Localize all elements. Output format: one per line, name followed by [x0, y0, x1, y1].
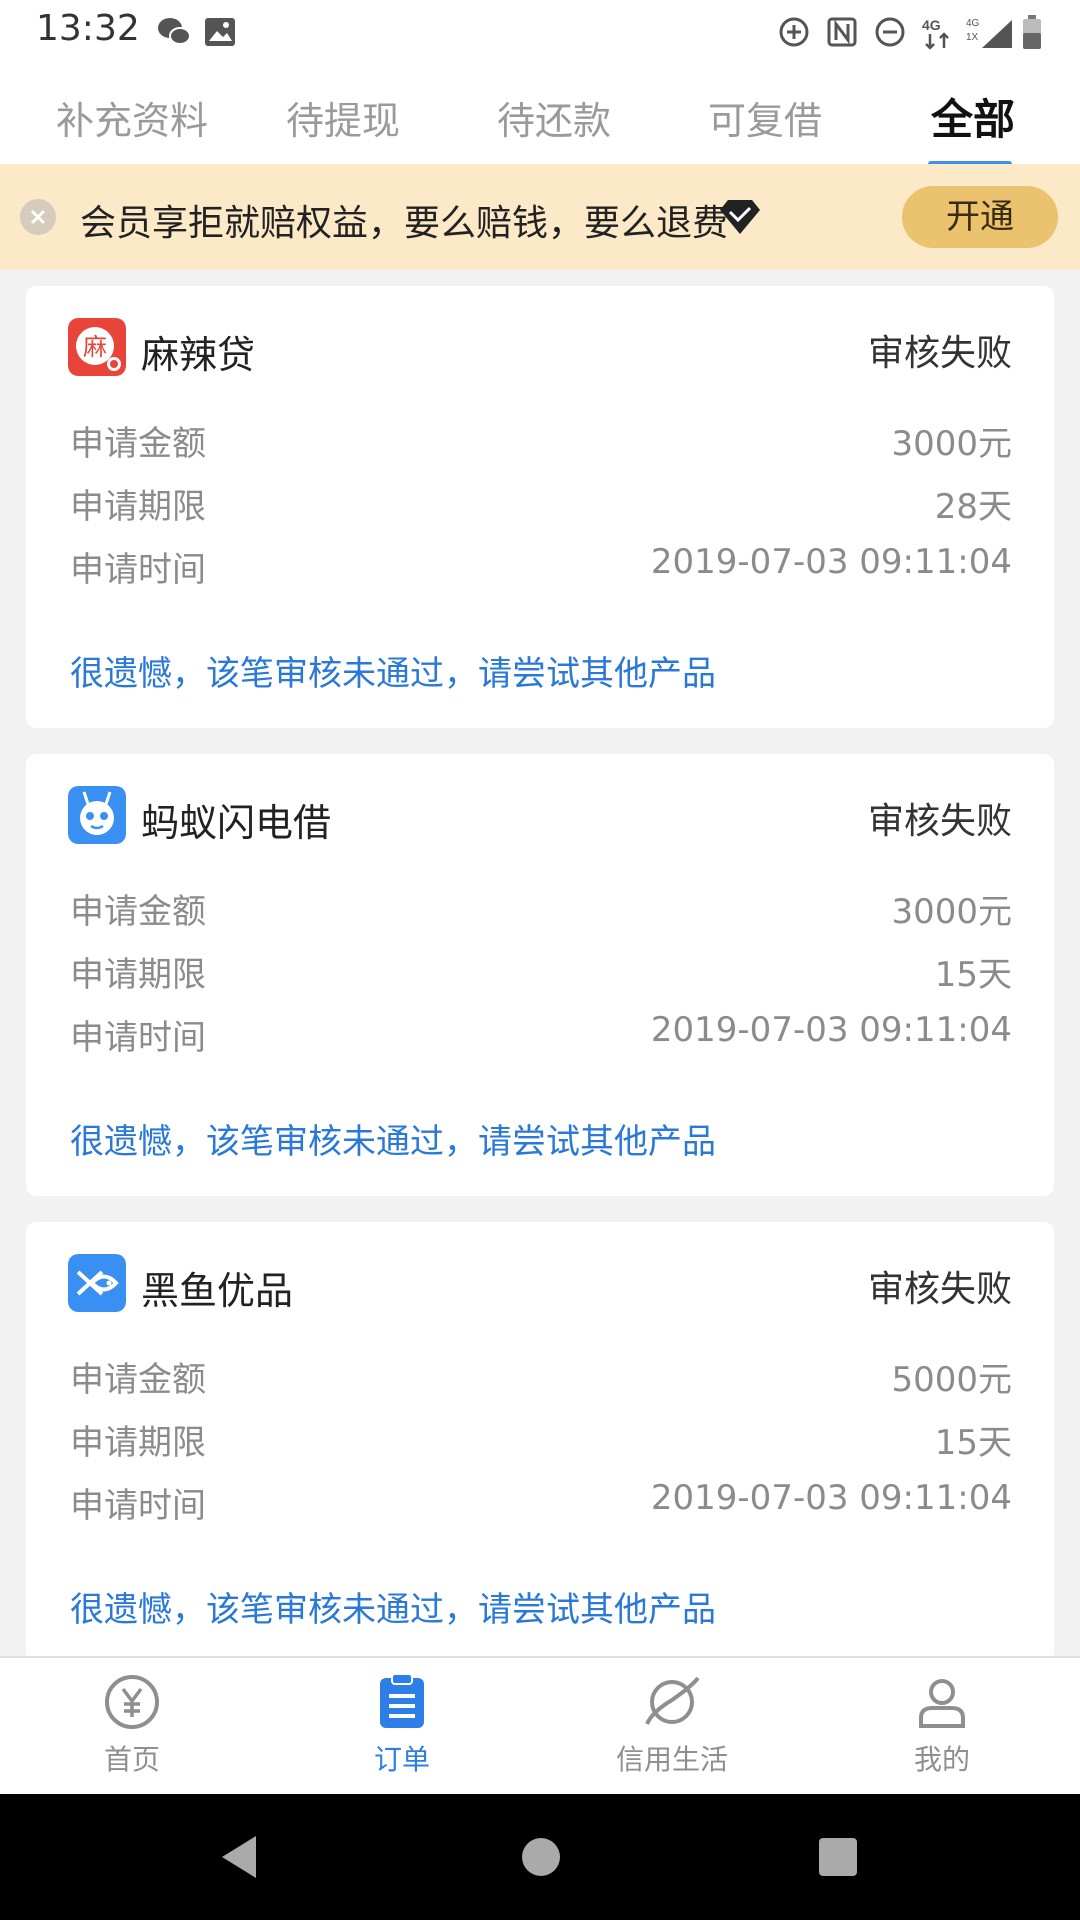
svg-text:麻: 麻 [83, 333, 107, 361]
detail-row: 申请期限 28天 [70, 479, 1012, 529]
row-value: 5000元 [891, 1360, 1012, 1400]
tab-supplement-info[interactable]: 补充资料 [56, 90, 208, 145]
data-saver-icon [779, 17, 809, 47]
row-label: 申请期限 [70, 955, 206, 995]
status-label: 审核失败 [867, 801, 1012, 842]
wechat-icon [158, 18, 191, 45]
detail-row: 申请时间 2019-07-03 09:11:04 [70, 1010, 1012, 1060]
row-value: 15天 [934, 955, 1012, 995]
diamond-icon [720, 200, 760, 234]
row-label: 申请时间 [70, 550, 206, 590]
detail-row: 申请期限 15天 [70, 947, 1012, 997]
planet-icon [645, 1676, 700, 1725]
detail-row: 申请时间 2019-07-03 09:11:04 [70, 542, 1012, 592]
tab-reborrow[interactable]: 可复借 [708, 90, 822, 145]
svg-text:4G: 4G [922, 17, 941, 33]
banner-text: 会员享拒就赔权益，要么赔钱，要么退费 [80, 203, 729, 244]
do-not-disturb-icon [875, 17, 905, 47]
product-name: 蚂蚁闪电借 [141, 801, 332, 845]
row-value: 3000元 [891, 892, 1012, 932]
product-name: 黑鱼优品 [141, 1269, 294, 1313]
ant-loan-logo-icon [68, 786, 126, 844]
status-label: 审核失败 [867, 1269, 1012, 1310]
back-icon[interactable] [216, 1832, 262, 1882]
tab-pending-repay[interactable]: 待还款 [497, 90, 611, 145]
order-card[interactable]: 黑鱼优品 审核失败 申请金额 5000元 申请期限 15天 申请时间 2019-… [26, 1222, 1054, 1662]
row-value: 28天 [934, 487, 1012, 527]
nav-mine[interactable]: 我的 [842, 1672, 1042, 1778]
order-card[interactable]: 蚂蚁闪电借 审核失败 申请金额 3000元 申请期限 15天 申请时间 2019… [26, 754, 1054, 1196]
close-icon[interactable] [20, 199, 56, 235]
tab-pending-withdraw[interactable]: 待提现 [286, 90, 400, 145]
yen-circle-icon [105, 1675, 159, 1729]
nav-home[interactable]: 首页 [32, 1672, 232, 1778]
rejection-notice: 很遗憾，该笔审核未通过，请尝试其他产品 [70, 654, 716, 694]
detail-row: 申请期限 15天 [70, 1415, 1012, 1465]
battery-icon [1023, 15, 1041, 49]
status-label: 审核失败 [867, 333, 1012, 374]
nav-label: 信用生活 [615, 1743, 728, 1776]
nav-label: 我的 [913, 1743, 970, 1776]
network-4g-icon: 4G [922, 17, 949, 50]
product-name: 麻辣贷 [141, 333, 256, 377]
nav-label: 首页 [103, 1743, 160, 1776]
row-value: 2019-07-03 09:11:04 [650, 1010, 1012, 1050]
nav-orders[interactable]: 订单 [302, 1672, 502, 1778]
row-label: 申请金额 [70, 424, 206, 464]
nav-credit-life[interactable]: 信用生活 [572, 1672, 772, 1778]
rejection-notice: 很遗憾，该笔审核未通过，请尝试其他产品 [70, 1590, 716, 1630]
membership-banner: 会员享拒就赔权益，要么赔钱，要么退费 开通 [0, 164, 1080, 270]
detail-row: 申请金额 3000元 [70, 416, 1012, 466]
order-tabs: 补充资料 待提现 待还款 可复借 全部 [0, 64, 1080, 167]
activate-button[interactable]: 开通 [902, 186, 1058, 248]
system-navigation-bar [0, 1794, 1080, 1920]
row-value: 3000元 [891, 424, 1012, 464]
row-value: 15天 [934, 1423, 1012, 1463]
nav-label: 订单 [373, 1743, 430, 1776]
image-icon [205, 18, 235, 46]
svg-text:4G: 4G [966, 18, 980, 29]
rejection-notice: 很遗憾，该笔审核未通过，请尝试其他产品 [70, 1122, 716, 1162]
order-list-icon [380, 1673, 424, 1728]
heiyu-logo-icon [68, 1254, 126, 1312]
tab-all[interactable]: 全部 [931, 86, 1015, 147]
row-value: 2019-07-03 09:11:04 [650, 1478, 1012, 1518]
status-time: 13:32 [36, 8, 140, 49]
row-label: 申请时间 [70, 1486, 206, 1526]
malaidai-logo-icon: 麻 [68, 318, 126, 376]
signal-icon: 4G 1X [966, 18, 1012, 48]
detail-row: 申请时间 2019-07-03 09:11:04 [70, 1478, 1012, 1528]
recents-icon[interactable] [817, 1836, 859, 1878]
status-bar: 13:32 4G 4G 1X [0, 0, 1080, 64]
nfc-icon [827, 17, 857, 47]
row-label: 申请金额 [70, 1360, 206, 1400]
home-icon[interactable] [520, 1836, 562, 1878]
detail-row: 申请金额 5000元 [70, 1352, 1012, 1402]
svg-text:1X: 1X [966, 32, 979, 43]
row-value: 2019-07-03 09:11:04 [650, 542, 1012, 582]
row-label: 申请期限 [70, 1423, 206, 1463]
detail-row: 申请金额 3000元 [70, 884, 1012, 934]
row-label: 申请金额 [70, 892, 206, 932]
order-card[interactable]: 麻 麻辣贷 审核失败 申请金额 3000元 申请期限 28天 申请时间 2019… [26, 286, 1054, 728]
bottom-navigation: 首页 订单 信用生活 我的 [0, 1656, 1080, 1796]
row-label: 申请期限 [70, 487, 206, 527]
person-icon [919, 1679, 965, 1728]
row-label: 申请时间 [70, 1018, 206, 1058]
